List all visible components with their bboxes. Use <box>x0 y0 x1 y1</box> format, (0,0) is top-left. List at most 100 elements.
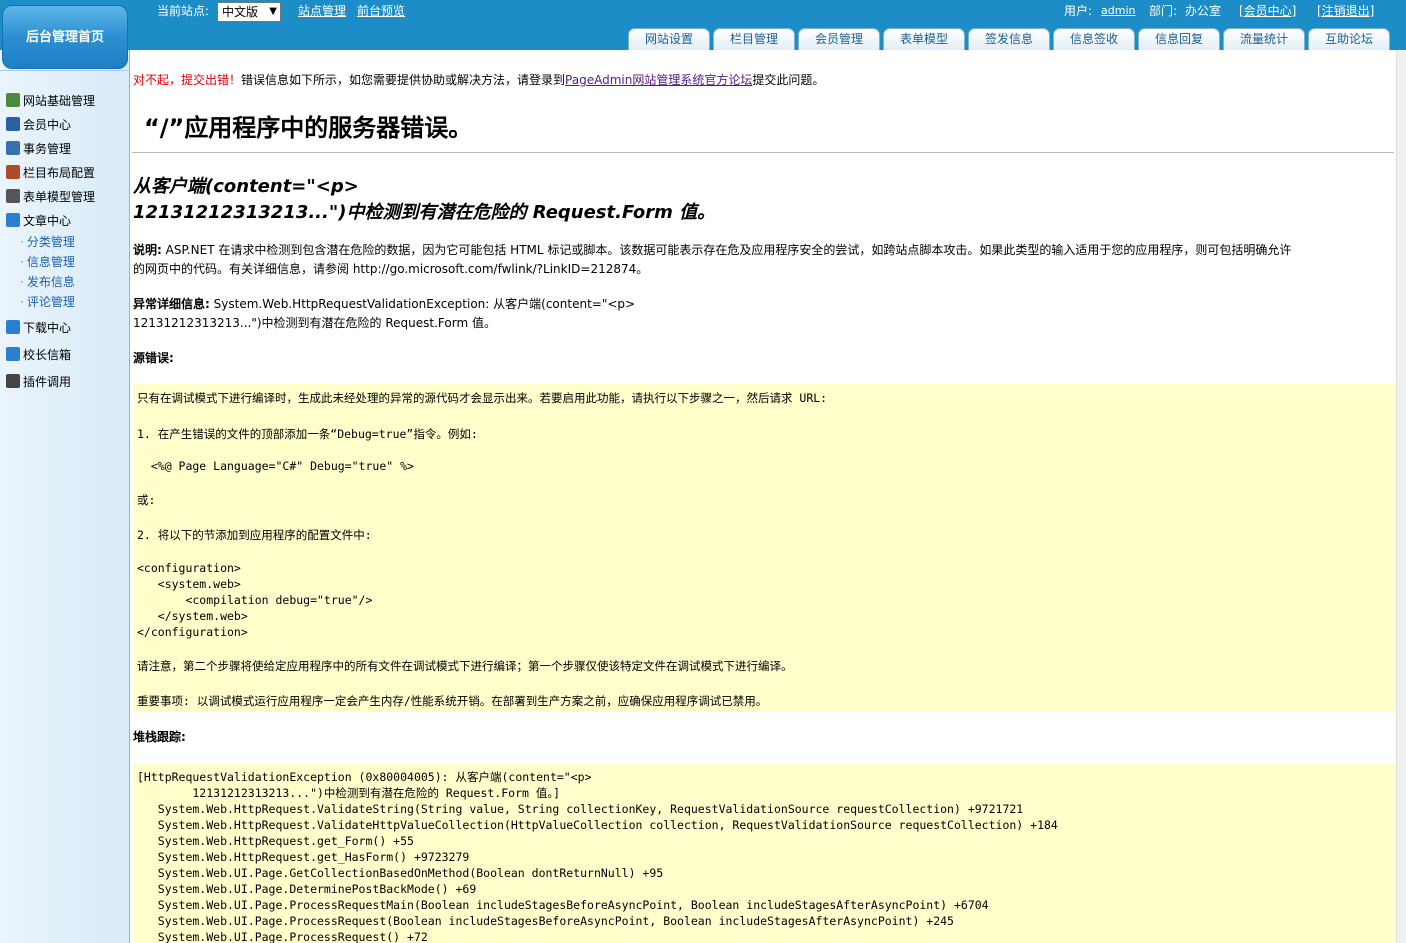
sidebar: 网站基础管理 会员中心 事务管理 栏目布局配置 表单模型管理 文章中心 · 分类管理 · 信息管理… <box>0 50 130 943</box>
stack-line: 12131212313213...")中检测到有潜在危险的 Request.Fo… <box>137 786 561 800</box>
affairs-icon <box>6 141 20 155</box>
sidebar-subitem-label: 发布信息 <box>26 275 75 289</box>
members-icon <box>6 117 20 131</box>
sidebar-item-label: 校长信箱 <box>23 348 72 362</box>
source-error-box: 只有在调试模式下进行编译时，生成此未经处理的异常的源代码才会显示出来。若要启用此… <box>133 384 1396 712</box>
source-line: 或: <box>137 493 156 507</box>
sidebar-item[interactable]: 会员中心 <box>6 116 71 134</box>
bullet-icon: · <box>20 275 24 289</box>
description-text: ASP.NET 在请求中检测到包含潜在危险的数据，因为它可能包括 HTML 标记… <box>165 243 1292 257</box>
bullet-icon: · <box>20 295 24 309</box>
dept-label: 部门: <box>1149 4 1178 18</box>
stack-line: System.Web.UI.Page.ProcessRequest(Boolea… <box>137 914 954 928</box>
tab-4[interactable]: 表单模型 <box>883 28 965 50</box>
exception-label: 异常详细信息: <box>133 297 210 311</box>
stack-line: System.Web.HttpRequest.ValidateString(St… <box>137 802 1024 816</box>
scrollbar[interactable] <box>1396 50 1406 943</box>
sidebar-item-label: 网站基础管理 <box>23 94 96 108</box>
ie-icon <box>6 347 20 361</box>
stack-trace-box: [HttpRequestValidationException (0x80004… <box>133 763 1396 943</box>
stack-line: [HttpRequestValidationException (0x80004… <box>137 770 592 784</box>
tab-7[interactable]: 信息回复 <box>1138 28 1220 50</box>
error-subtitle-line: 从客户端(content="<p> <box>133 176 359 197</box>
sidebar-subitem-label: 分类管理 <box>26 235 75 249</box>
stack-line: System.Web.HttpRequest.ValidateHttpValue… <box>137 818 1058 832</box>
dept-value: 办公室 <box>1185 4 1222 18</box>
sidebar-item-label: 会员中心 <box>23 118 72 132</box>
description-label: 说明: <box>133 243 162 257</box>
description: 说明: ASP.NET 在请求中检测到包含潜在危险的数据，因为它可能包括 HTM… <box>133 241 1291 279</box>
site-manage-link[interactable]: 站点管理 <box>298 3 346 19</box>
stack-line: System.Web.UI.Page.ProcessRequest() +72 <box>137 930 428 943</box>
stack-line: System.Web.UI.Page.ProcessRequestMain(Bo… <box>137 898 989 912</box>
site-select-value: 中文版 <box>222 5 259 19</box>
stack-label: 堆栈跟踪: <box>133 730 186 744</box>
source-line: 2. 将以下的节添加到应用程序的配置文件中: <box>137 528 372 542</box>
sidebar-subitem-label: 信息管理 <box>26 255 75 269</box>
exception-text: System.Web.HttpRequestValidationExceptio… <box>213 297 636 311</box>
site-select[interactable]: 中文版 ▼ <box>217 2 281 22</box>
user-link[interactable]: admin <box>1101 3 1135 19</box>
bullet-icon: · <box>20 235 24 249</box>
stack-line: System.Web.UI.Page.GetCollectionBasedOnM… <box>137 866 664 880</box>
plugin-icon <box>6 374 20 388</box>
sidebar-item[interactable]: 校长信箱 <box>6 346 71 364</box>
source-line: 1. 在产生错误的文件的顶部添加一条“Debug=true”指令。例如: <box>137 427 478 441</box>
sidebar-item[interactable]: 文章中心 <box>6 212 71 230</box>
sidebar-subitem[interactable]: · 发布信息 <box>20 274 75 290</box>
sidebar-item[interactable]: 表单模型管理 <box>6 188 95 206</box>
bullet-icon: · <box>20 255 24 269</box>
sidebar-item[interactable]: 下载中心 <box>6 319 71 337</box>
error-subtitle: 从客户端(content="<p> 12131212313213...")中检测… <box>133 174 715 226</box>
sidebar-item-label: 文章中心 <box>23 214 72 228</box>
tab-6[interactable]: 信息签收 <box>1053 28 1135 50</box>
sidebar-item[interactable]: 栏目布局配置 <box>6 164 95 182</box>
sidebar-item-label: 插件调用 <box>23 375 72 389</box>
source-line: 请注意，第二个步骤将使给定应用程序中的所有文件在调试模式下进行编译；第一个步骤仅… <box>137 659 793 673</box>
sidebar-item[interactable]: 网站基础管理 <box>6 92 95 110</box>
error-subtitle-line: 12131212313213...")中检测到有潜在危险的 Request.Fo… <box>133 202 716 223</box>
tab-1[interactable]: 网站设置 <box>628 28 710 50</box>
sidebar-divider <box>0 70 130 80</box>
member-center-link[interactable]: [会员中心] <box>1239 3 1296 19</box>
ie-icon <box>6 213 20 227</box>
sidebar-subitem[interactable]: · 分类管理 <box>20 234 75 250</box>
notice-text: 错误信息如下所示，如您需要提供协助或解决方法，请登录到 <box>241 73 566 87</box>
sidebar-item-label: 表单模型管理 <box>23 190 96 204</box>
logout-link[interactable]: [注销退出] <box>1317 3 1374 19</box>
current-site-label: 当前站点: <box>157 4 210 18</box>
source-line: <configuration> <box>137 561 241 575</box>
notice-red: 对不起，提交出错！ <box>133 73 242 87</box>
tab-3[interactable]: 会员管理 <box>798 28 880 50</box>
source-error-label: 源错误: <box>133 349 174 368</box>
tab-2[interactable]: 栏目管理 <box>713 28 795 50</box>
tab-8[interactable]: 流量统计 <box>1223 28 1305 50</box>
tab-9[interactable]: 互助论坛 <box>1308 28 1390 50</box>
sidebar-item[interactable]: 插件调用 <box>6 373 71 391</box>
sidebar-item-label: 事务管理 <box>23 142 72 156</box>
sidebar-subitem[interactable]: · 评论管理 <box>20 294 75 310</box>
admin-home-button[interactable]: 后台管理首页 <box>2 5 128 69</box>
stack-trace-label: 堆栈跟踪: <box>133 728 186 747</box>
source-line: </configuration> <box>137 625 248 639</box>
chevron-down-icon: ▼ <box>269 6 277 17</box>
divider <box>132 152 1394 153</box>
main-content: 对不起，提交出错！错误信息如下所示，如您需要提供协助或解决方法，请登录到Page… <box>132 50 1396 943</box>
source-line: <%@ Page Language="C#" Debug="true" %> <box>137 459 414 473</box>
source-line: <system.web> <box>137 577 241 591</box>
sidebar-item-label: 下载中心 <box>23 321 72 335</box>
forum-link[interactable]: PageAdmin网站管理系统官方论坛 <box>565 73 752 87</box>
source-line: <compilation debug="true"/> <box>137 593 373 607</box>
stack-line: System.Web.HttpRequest.get_HasForm() +97… <box>137 850 470 864</box>
exception-details: 异常详细信息: System.Web.HttpRequestValidation… <box>133 295 635 333</box>
front-preview-link[interactable]: 前台预览 <box>357 3 405 19</box>
page-title: “/”应用程序中的服务器错误。 <box>144 114 473 142</box>
source-line: 重要事项: 以调试模式运行应用程序一定会产生内存/性能系统开销。在部署到生产方案… <box>137 694 768 708</box>
sidebar-item[interactable]: 事务管理 <box>6 140 71 158</box>
description-text: 的网页中的代码。有关详细信息，请参阅 http://go.microsoft.c… <box>133 262 649 276</box>
stack-line: System.Web.HttpRequest.get_Form() +55 <box>137 834 414 848</box>
site-base-icon <box>6 93 20 107</box>
tab-5[interactable]: 签发信息 <box>968 28 1050 50</box>
sidebar-subitem[interactable]: · 信息管理 <box>20 254 75 270</box>
notice-tail: 提交此问题。 <box>752 73 825 87</box>
